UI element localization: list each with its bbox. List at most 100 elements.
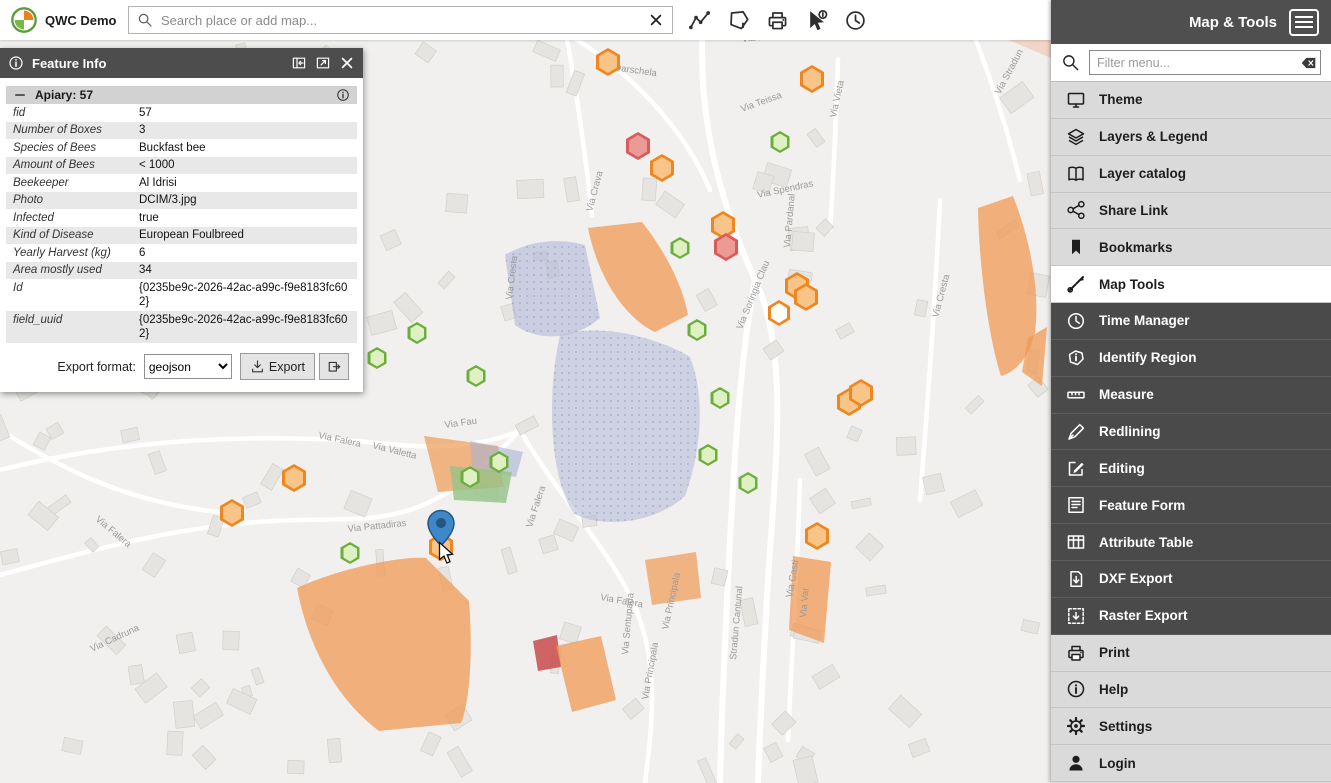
dock-window-icon[interactable] [291,55,307,71]
attribute-row: Yearly Harvest (kg)6 [6,244,357,262]
share-icon [1066,200,1086,220]
app-logo[interactable]: QWC Demo [10,6,128,34]
attribute-row: Infectedtrue [6,209,357,227]
toolbar-measure-button[interactable] [686,7,712,33]
attribute-row: Species of BeesBuckfast bee [6,139,357,157]
attribute-value: true [139,211,350,226]
menu-filter-row [1051,44,1331,82]
menu-item-label: Bookmarks [1099,240,1173,255]
attribute-row: Id{0235be9c-2026-42ac-a99c-f9e8183fc602} [6,279,357,311]
layers-icon [1066,127,1086,147]
maximize-window-icon[interactable] [315,55,331,71]
attribute-label: fid [13,106,139,121]
search-input[interactable] [159,12,642,29]
sidebar-item-feature-form[interactable]: Feature Form [1051,487,1331,524]
toolbar-time-manager-button[interactable] [842,7,868,33]
hamburger-menu-icon[interactable] [1289,9,1319,36]
attribute-value: 3 [139,123,350,138]
menu-item-label: Layer catalog [1099,166,1186,181]
identify-region-icon [1066,348,1086,368]
sidebar-item-time-manager[interactable]: Time Manager [1051,303,1331,340]
toolbar-identify-region-button[interactable] [725,7,751,33]
sidebar-item-raster-export[interactable]: Raster Export [1051,598,1331,635]
attribute-value: DCIM/3.jpg [139,193,350,208]
sidebar-item-print[interactable]: Print [1051,635,1331,672]
sidebar-item-bookmarks[interactable]: Bookmarks [1051,229,1331,266]
filter-clear-icon[interactable] [1300,54,1317,71]
attribute-value: {0235be9c-2026-42ac-a99c-f9e8183fc602} [139,313,350,342]
attribute-row: BeekeeperAl Idrisi [6,174,357,192]
identify-region-icon [727,9,750,32]
bookmark-icon [1066,237,1086,257]
menu-item-label: Redlining [1099,424,1161,439]
filter-menu-input[interactable] [1089,50,1321,75]
export-format-select[interactable]: geojson [144,354,232,379]
sidebar-item-login[interactable]: Login [1051,745,1331,782]
sidebar-item-dxf-export[interactable]: DXF Export [1051,561,1331,598]
sidebar-item-map-tools[interactable]: Map Tools [1051,266,1331,303]
sidebar-item-attribute-table[interactable]: Attribute Table [1051,524,1331,561]
attribute-value: 57 [139,106,350,121]
attribute-label: Number of Boxes [13,123,139,138]
sidebar-item-editing[interactable]: Editing [1051,450,1331,487]
export-all-icon [327,359,342,374]
close-panel-icon[interactable] [339,55,355,71]
collapse-icon[interactable] [13,88,27,102]
feature-form-icon [1066,495,1086,515]
attribute-value: European Foulbreed [139,228,350,243]
sidebar-item-theme[interactable]: Theme [1051,82,1331,119]
attribute-label: Area mostly used [13,263,139,278]
attribute-label: field_uuid [13,313,139,342]
feature-info-icon[interactable] [336,88,350,102]
attribute-value: Al Idrisi [139,176,350,191]
feature-result-header[interactable]: Apiary: 57 [6,86,357,104]
menu-item-label: Identify Region [1099,350,1197,365]
attribute-row: Amount of Bees< 1000 [6,157,357,175]
sidebar-item-settings[interactable]: Settings [1051,708,1331,745]
attribute-label: Species of Bees [13,141,139,156]
toolbar-identify-button[interactable] [803,7,829,33]
attribute-row: fid57 [6,104,357,122]
menu-item-label: Login [1099,756,1136,771]
info-icon [8,55,24,71]
raster-export-icon [1066,606,1086,626]
attribute-row: field_uuid{0235be9c-2026-42ac-a99c-f9e81… [6,311,357,343]
help-icon [1066,679,1086,699]
sidebar-title: Map & Tools [1189,14,1277,31]
feature-info-panel: Feature Info Apiary: 57 fid57 Number of … [0,48,363,392]
sidebar-item-identify-region[interactable]: Identify Region [1051,340,1331,377]
street-label: Via Falera [317,430,362,450]
search-clear-icon[interactable] [648,12,664,28]
attribute-value: 34 [139,263,350,278]
attribute-row: Area mostly used34 [6,262,357,280]
topbar-tools [686,7,868,33]
attribute-value: Buckfast bee [139,141,350,156]
menu-item-label: Feature Form [1099,498,1185,513]
sidebar-header: Map & Tools [1051,0,1331,44]
sidebar-item-layers-legend[interactable]: Layers & Legend [1051,119,1331,156]
search-box [128,6,673,34]
export-button[interactable]: Export [240,353,315,380]
map-zones [297,0,1051,731]
attribute-row: PhotoDCIM/3.jpg [6,192,357,210]
menu-item-label: Help [1099,682,1128,697]
export-all-button[interactable] [319,353,349,380]
attribute-table: fid57 Number of Boxes3 Species of BeesBu… [6,104,357,343]
attribute-value: {0235be9c-2026-42ac-a99c-f9e8183fc602} [139,281,350,310]
sidebar-item-help[interactable]: Help [1051,672,1331,709]
layer-catalog-icon [1066,164,1086,184]
sidebar-item-layer-catalog[interactable]: Layer catalog [1051,156,1331,193]
pen-icon [1066,422,1086,442]
sidebar-item-share-link[interactable]: Share Link [1051,193,1331,230]
menu-item-label: Print [1099,645,1130,660]
measure-icon [688,9,711,32]
editing-icon [1066,458,1086,478]
theme-icon [1066,90,1086,110]
sidebar-item-redlining[interactable]: Redlining [1051,414,1331,451]
sidebar-item-measure[interactable]: Measure [1051,377,1331,414]
clock-icon [1066,311,1086,331]
attribute-value: 6 [139,246,350,261]
filter-search-icon [1061,53,1080,72]
attribute-label: Kind of Disease [13,228,139,243]
toolbar-print-button[interactable] [764,7,790,33]
